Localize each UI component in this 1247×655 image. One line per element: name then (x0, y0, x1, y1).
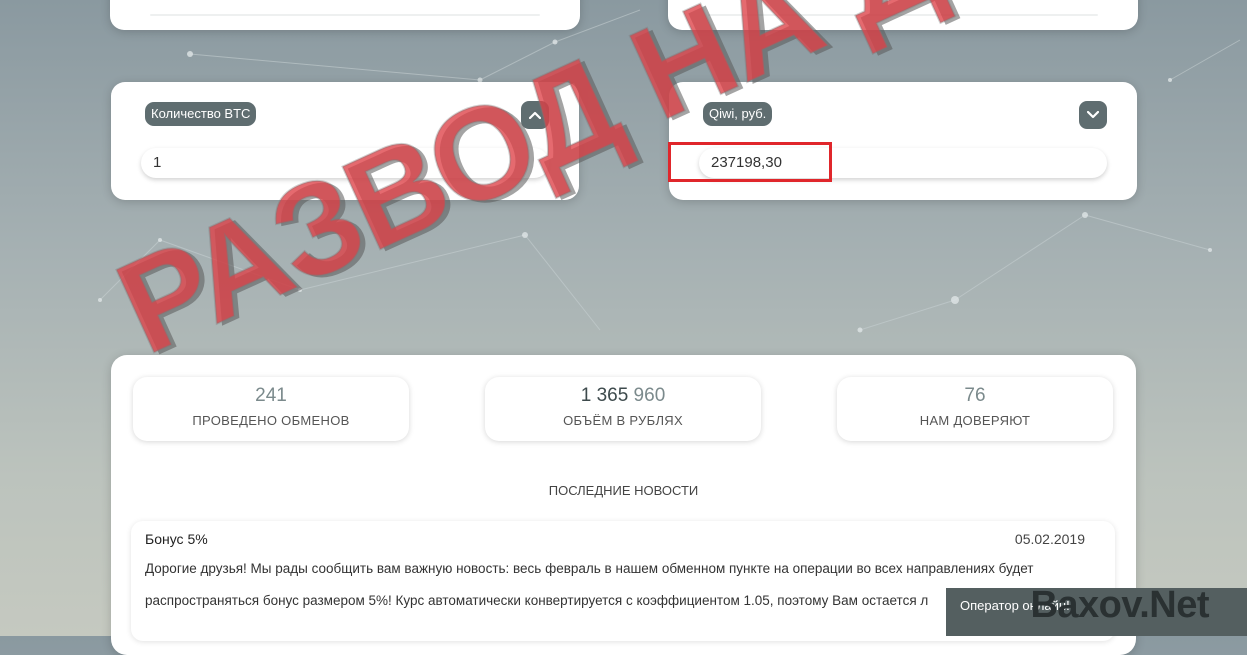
stat-label: НАМ ДОВЕРЯЮТ (919, 413, 1031, 428)
btc-amount-input[interactable]: 1 (141, 148, 549, 178)
news-text-line: распространяться бонус размером 5%! Курс… (145, 593, 929, 608)
stat-label: ПРОВЕДЕНО ОБМЕНОВ (192, 413, 350, 428)
stat-number: 76 (964, 385, 986, 406)
top-card-left (110, 0, 580, 30)
from-currency-card: Количество BTC 1 (111, 82, 579, 200)
stat-exchanges: 241 ПРОВЕДЕНО ОБМЕНОВ (133, 377, 409, 441)
stat-number: 1 365 960 (485, 385, 761, 407)
stat-number-tail: 960 (628, 385, 666, 406)
top-card-divider (708, 14, 1098, 16)
stat-number-main: 1 365 (580, 385, 629, 406)
operator-chat-widget[interactable]: Оператор онлайн! (946, 588, 1247, 636)
top-card-right (668, 0, 1138, 30)
chevron-up-icon[interactable] (521, 101, 549, 129)
news-date: 05.02.2019 (1014, 531, 1085, 547)
news-section-title: ПОСЛЕДНИЕ НОВОСТИ (548, 483, 699, 498)
stat-trust: 76 НАМ ДОВЕРЯЮТ (837, 377, 1113, 441)
highlight-box (668, 142, 832, 182)
news-text-line: Дорогие друзья! Мы рады сообщить вам важ… (145, 561, 1034, 576)
news-title[interactable]: Бонус 5% (145, 531, 208, 547)
operator-label[interactable]: Оператор онлайн! (960, 598, 1070, 613)
stat-number: 241 (255, 385, 287, 406)
stat-volume: 1 365 960 ОБЪЁМ В РУБЛЯХ (485, 377, 761, 441)
to-currency-label[interactable]: Qiwi, руб. (703, 102, 773, 126)
to-currency-card: Qiwi, руб. 237198,30 (668, 82, 1137, 200)
from-currency-label[interactable]: Количество BTC (145, 102, 257, 126)
top-card-divider (150, 14, 540, 16)
stat-label: ОБЪЁМ В РУБЛЯХ (563, 413, 683, 428)
chevron-down-icon[interactable] (1079, 101, 1107, 129)
